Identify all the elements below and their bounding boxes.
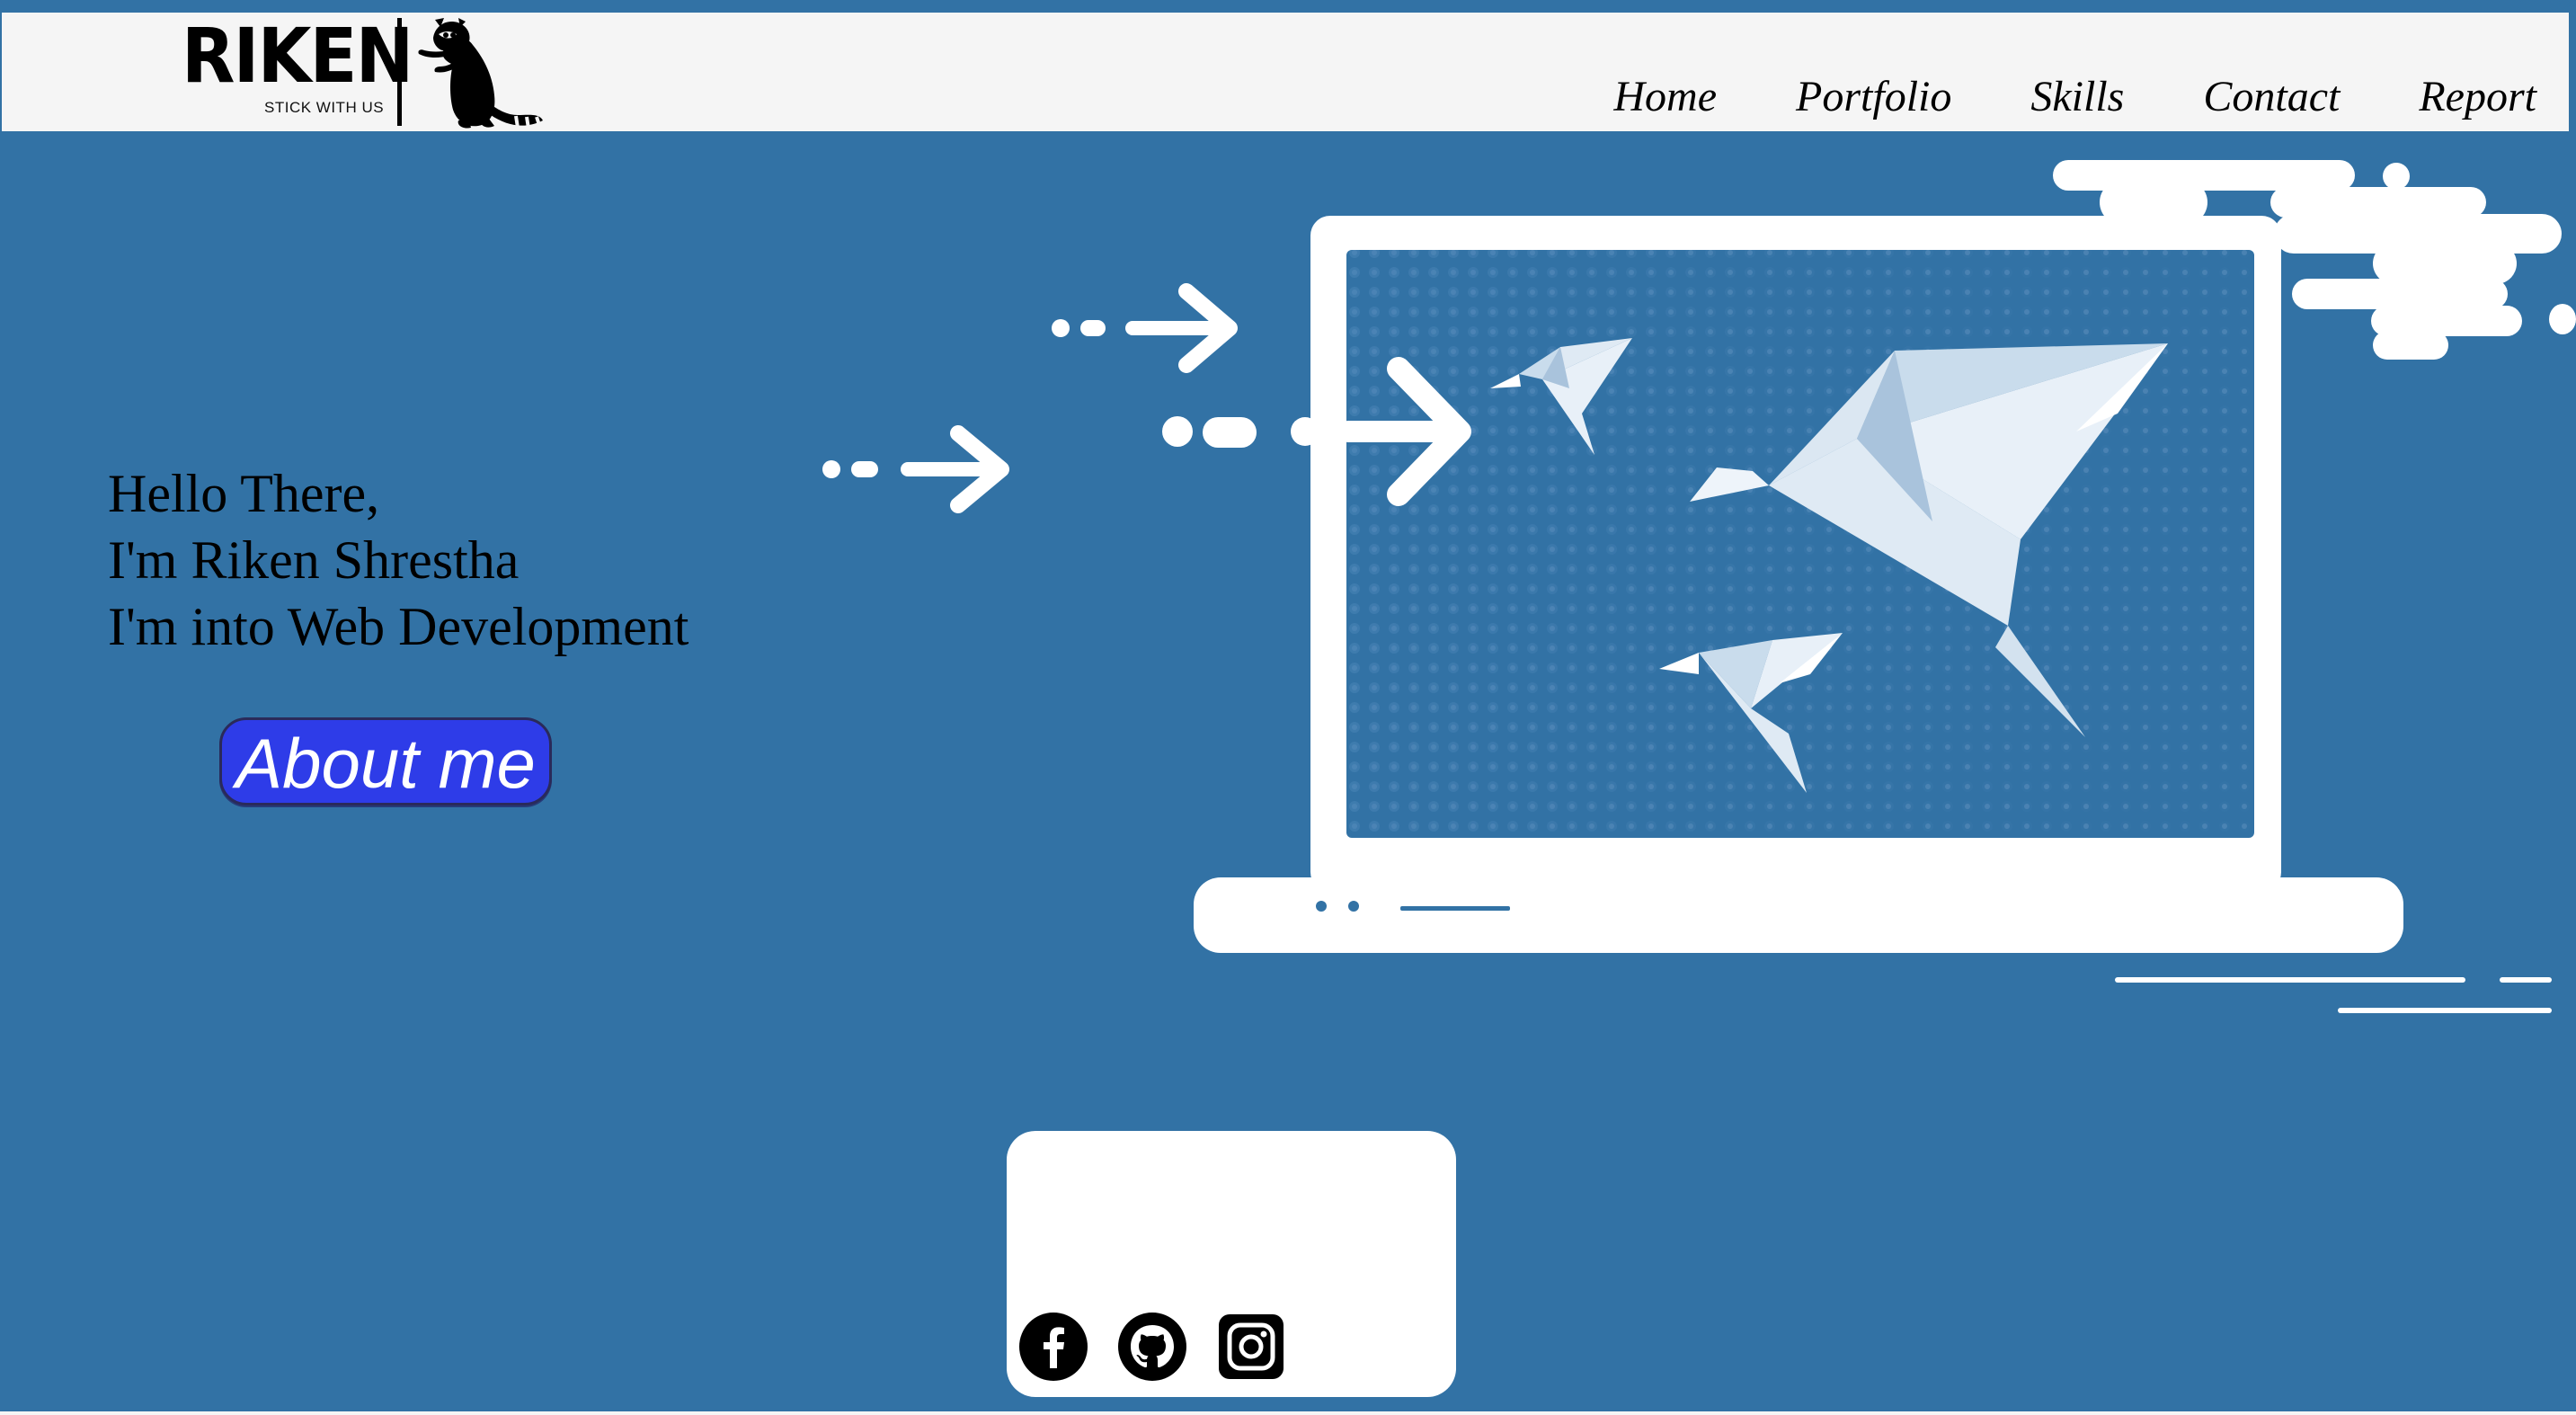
main-nav: Home Portfolio Skills Contact Report (1534, 76, 2536, 119)
hero-tagline: I'm into Web Development (108, 597, 689, 656)
hero-intro: Hello There, I'm Riken Shrestha I'm into… (108, 460, 688, 660)
logo-tagline: STICK WITH US (264, 99, 385, 116)
nav-portfolio-link[interactable]: Portfolio (1796, 76, 1951, 119)
hero-name: I'm Riken Shrestha (108, 530, 520, 590)
site-header: RIKEN STICK WITH US Home Portfolio Skill… (0, 11, 2571, 133)
bottom-border (0, 1411, 2576, 1415)
nav-home-link[interactable]: Home (1613, 76, 1717, 119)
nav-report-link[interactable]: Report (2419, 76, 2536, 119)
social-links-card (1007, 1131, 1456, 1397)
site-logo[interactable]: RIKEN STICK WITH US (182, 14, 559, 129)
github-icon[interactable] (1118, 1313, 1186, 1381)
social-icons-row (1019, 1313, 1285, 1381)
logo-wordmark: RIKEN (182, 12, 413, 100)
instagram-icon[interactable] (1217, 1313, 1285, 1381)
logo-divider (397, 18, 402, 126)
raccoon-mascot-icon (418, 18, 543, 129)
nav-skills-link[interactable]: Skills (2030, 76, 2124, 119)
nav-contact-link[interactable]: Contact (2203, 76, 2340, 119)
hero-greeting: Hello There, (108, 464, 380, 523)
about-me-button[interactable]: About me (219, 717, 552, 805)
facebook-icon[interactable] (1019, 1313, 1088, 1381)
laptop-origami-illustration (822, 160, 2576, 1013)
